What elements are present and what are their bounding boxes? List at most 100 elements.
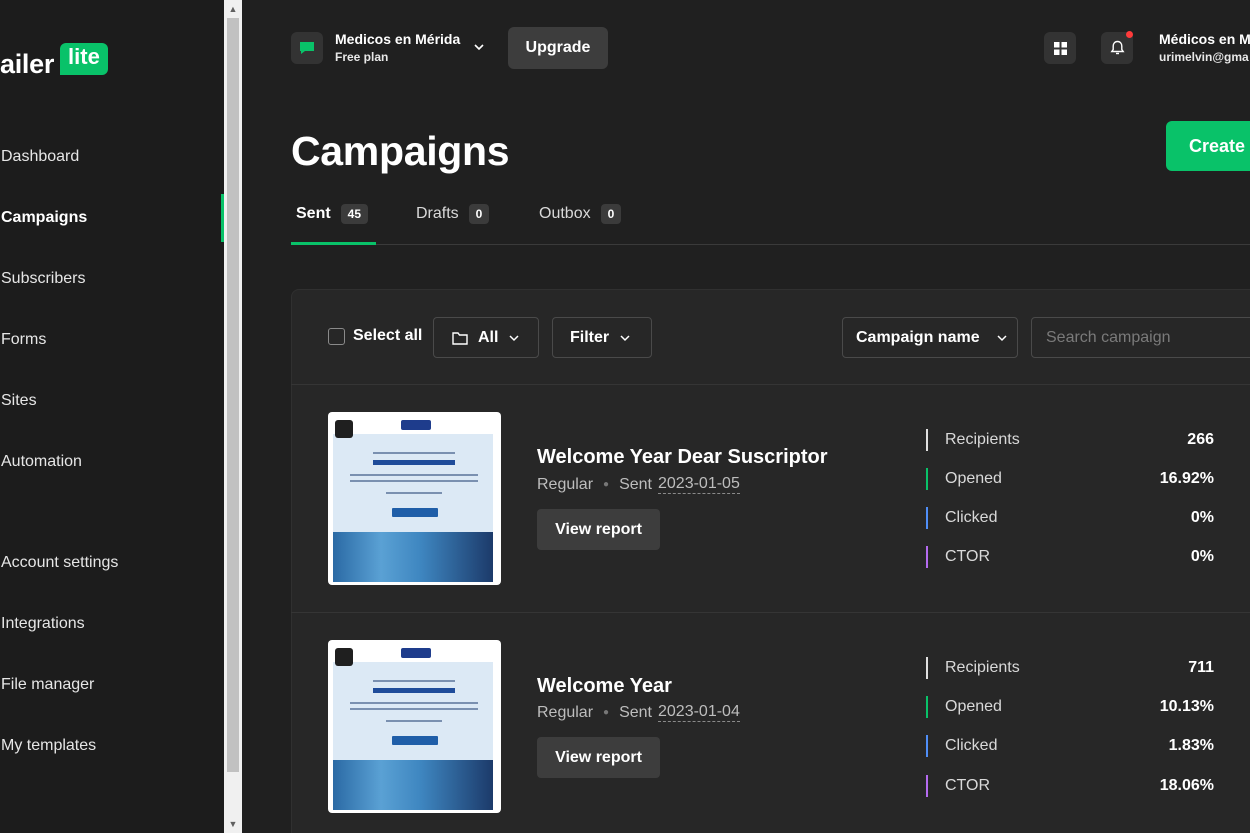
- stat-label: Opened: [945, 698, 1002, 715]
- thumbnail-photo: [333, 760, 493, 810]
- notifications-bell-icon[interactable]: [1101, 31, 1133, 64]
- thumbnail-text-line: [350, 480, 478, 482]
- scroll-thumb[interactable]: [227, 18, 239, 772]
- sent-label: Sent: [619, 475, 652, 493]
- stat-value: 16.92%: [1159, 470, 1214, 487]
- chevron-down-icon[interactable]: [472, 40, 486, 54]
- stat-value: 18.06%: [1159, 777, 1214, 794]
- stat-label: Recipients: [945, 659, 1020, 676]
- select-all-checkbox[interactable]: [328, 328, 345, 345]
- tab-label: Outbox: [539, 205, 591, 222]
- sidebar-item-label: File manager: [1, 676, 95, 693]
- stat-bar: [926, 775, 928, 797]
- workspace-chat-icon[interactable]: [291, 32, 323, 64]
- campaign-title[interactable]: Welcome Year Dear Suscriptor: [537, 446, 828, 469]
- sidebar-item-label: Sites: [1, 392, 37, 409]
- stat-opened: Opened 10.13%: [926, 696, 1214, 718]
- meta-separator: ●: [603, 707, 610, 718]
- campaign-thumbnail[interactable]: [328, 412, 501, 585]
- workspace-name[interactable]: Medicos en Mérida: [335, 31, 460, 47]
- logo[interactable]: ailer lite: [0, 43, 108, 84]
- sidebar-item-subscribers[interactable]: Subscribers: [0, 255, 224, 303]
- sidebar-item-forms[interactable]: Forms: [0, 316, 224, 364]
- stat-bar: [926, 657, 928, 679]
- filter-dropdown[interactable]: Filter: [552, 317, 652, 358]
- stat-bar: [926, 696, 928, 718]
- thumbnail-button: [392, 508, 438, 517]
- logo-badge: lite: [60, 43, 108, 75]
- user-name[interactable]: Médicos en M: [1159, 31, 1250, 47]
- stat-opened: Opened 16.92%: [926, 468, 1214, 490]
- stat-bar: [926, 507, 928, 529]
- row-divider: [291, 612, 1250, 613]
- sort-label: Campaign name: [856, 328, 980, 346]
- page-title: Campaigns: [291, 128, 510, 174]
- sidebar-item-integrations[interactable]: Integrations: [0, 600, 224, 648]
- chevron-down-icon: [620, 334, 630, 341]
- folder-label: All: [478, 328, 499, 346]
- stat-value: 0%: [1190, 548, 1214, 565]
- view-report-button[interactable]: View report: [537, 509, 660, 550]
- select-all-label[interactable]: Select all: [353, 327, 422, 345]
- folder-dropdown[interactable]: All: [433, 317, 539, 358]
- stat-label: Clicked: [945, 737, 998, 754]
- upgrade-button[interactable]: Upgrade: [508, 27, 608, 69]
- stat-ctor: CTOR 18.06%: [926, 775, 1214, 797]
- sidebar-item-automation[interactable]: Automation: [0, 438, 224, 486]
- scroll-down-arrow-icon[interactable]: ▼: [224, 815, 242, 833]
- sidebar-item-dashboard[interactable]: Dashboard: [0, 133, 224, 181]
- search-input[interactable]: [1031, 317, 1250, 358]
- meta-separator: ●: [603, 479, 610, 490]
- stat-recipients: Recipients 266: [926, 429, 1214, 451]
- sort-dropdown[interactable]: Campaign name: [842, 317, 1018, 358]
- thumbnail-logo: [401, 648, 431, 658]
- sidebar-item-label: Integrations: [1, 615, 85, 632]
- stat-label: Recipients: [945, 431, 1020, 448]
- sidebar-item-label: Campaigns: [1, 209, 88, 226]
- sidebar-item-label: Subscribers: [1, 270, 86, 287]
- sidebar-item-file-manager[interactable]: File manager: [0, 661, 224, 709]
- sent-date: 2023-01-04: [658, 703, 740, 722]
- thumbnail-heading: [373, 688, 455, 693]
- campaign-title[interactable]: Welcome Year: [537, 675, 672, 698]
- stat-value: 0%: [1190, 509, 1214, 526]
- thumbnail-text-line: [386, 492, 442, 494]
- tab-outbox[interactable]: Outbox 0: [539, 203, 622, 225]
- sidebar-scrollbar[interactable]: ▲ ▼: [224, 0, 242, 833]
- tab-sent[interactable]: Sent 45: [296, 203, 369, 225]
- logo-text: ailer: [0, 48, 55, 79]
- stat-bar: [926, 735, 928, 757]
- thumbnail-heading: [373, 460, 455, 465]
- sidebar-item-label: Automation: [1, 453, 82, 470]
- sidebar-item-sites[interactable]: Sites: [0, 377, 224, 425]
- stat-bar: [926, 468, 928, 490]
- view-report-button[interactable]: View report: [537, 737, 660, 778]
- stat-clicked: Clicked 0%: [926, 507, 1214, 529]
- campaign-thumbnail[interactable]: [328, 640, 501, 813]
- stat-label: Opened: [945, 470, 1002, 487]
- sidebar-item-label: Account settings: [1, 554, 119, 571]
- tab-drafts[interactable]: Drafts 0: [416, 203, 490, 225]
- stat-recipients: Recipients 711: [926, 657, 1214, 679]
- sidebar-item-campaigns[interactable]: Campaigns: [0, 194, 224, 242]
- thumbnail-text-line: [373, 680, 455, 682]
- filter-label: Filter: [570, 328, 610, 346]
- campaign-type: Regular: [537, 475, 594, 493]
- scroll-up-arrow-icon[interactable]: ▲: [224, 0, 242, 18]
- stat-value: 711: [1188, 659, 1214, 676]
- thumbnail-text-line: [350, 708, 478, 710]
- sent-label: Sent: [619, 703, 652, 721]
- tab-label: Sent: [296, 205, 331, 222]
- campaign-checkbox[interactable]: [335, 420, 353, 438]
- active-tab-underline: [291, 242, 376, 245]
- thumbnail-photo: [333, 532, 493, 582]
- sidebar-item-account-settings[interactable]: Account settings: [0, 539, 224, 587]
- tab-count-badge: 45: [340, 204, 369, 224]
- workspace-plan: Free plan: [335, 50, 389, 64]
- sidebar-item-my-templates[interactable]: My templates: [0, 722, 224, 770]
- stat-ctor: CTOR 0%: [926, 546, 1214, 568]
- apps-grid-icon[interactable]: [1044, 32, 1076, 64]
- create-campaign-button[interactable]: Create: [1166, 121, 1250, 171]
- thumbnail-logo: [401, 420, 431, 430]
- campaign-checkbox[interactable]: [335, 648, 353, 666]
